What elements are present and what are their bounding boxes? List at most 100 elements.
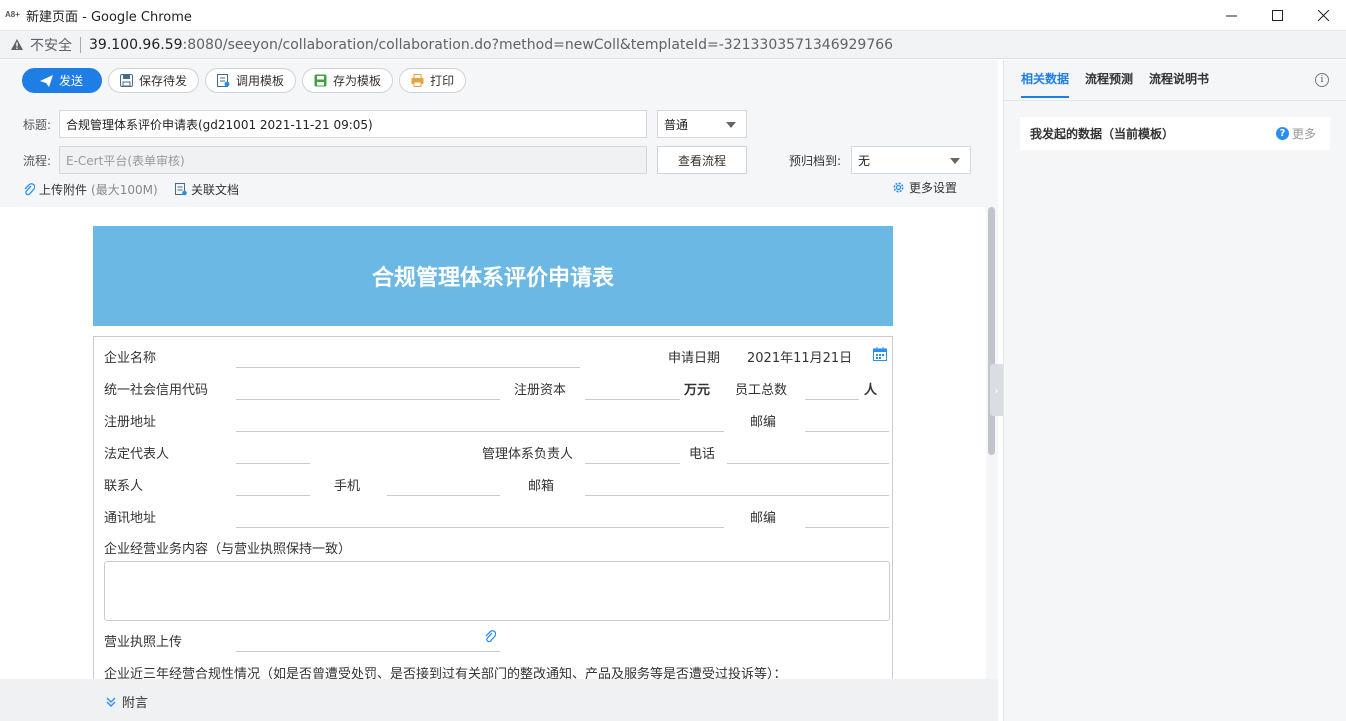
person-unit: 人 — [864, 383, 878, 398]
more-link[interactable]: ? 更多 — [1275, 125, 1316, 142]
calendar-icon[interactable] — [873, 347, 887, 365]
double-chevron-down-icon — [106, 697, 116, 707]
form-body: 企业名称 申请日期 2021年11月21日 统一社会信用代码 注册资本 万元 员… — [93, 336, 893, 679]
print-button[interactable]: 打印 — [399, 68, 467, 93]
company-name-label: 企业名称 — [104, 351, 157, 366]
chevron-down-icon — [726, 122, 736, 128]
note-toggle[interactable]: 附言 — [106, 692, 148, 711]
view-flow-label: 查看流程 — [677, 153, 726, 168]
window-titlebar: A8+ 新建页面 - Google Chrome — [0, 0, 1346, 31]
company-name-input[interactable] — [236, 367, 580, 368]
security-label[interactable]: 不安全 — [30, 35, 72, 55]
chevron-down-icon — [950, 158, 960, 164]
print-label: 打印 — [430, 74, 455, 88]
title-label: 标题: — [23, 118, 52, 132]
legal-rep-input[interactable] — [236, 463, 310, 464]
info-icon[interactable]: i — [1315, 73, 1329, 87]
mailing-address-label: 通讯地址 — [104, 511, 157, 526]
close-icon[interactable] — [1300, 0, 1346, 31]
more-settings-link[interactable]: 更多设置 — [892, 179, 957, 196]
mobile-input[interactable] — [387, 495, 500, 496]
side-panel: 相关数据 流程预测 流程说明书 i 我发起的数据（当前模板） ? 更多 — [1003, 60, 1346, 721]
postcode-input[interactable] — [805, 431, 889, 432]
license-upload-label: 营业执照上传 — [104, 635, 183, 650]
employee-total-label: 员工总数 — [735, 383, 788, 398]
template-icon — [216, 74, 230, 88]
save-template-icon — [313, 74, 327, 88]
business-scope-label: 企业经营业务内容（与营业执照保持一致） — [104, 542, 352, 557]
print-icon — [410, 74, 424, 88]
more-label: 更多 — [1291, 127, 1316, 141]
save-template-label: 存为模板 — [333, 74, 382, 88]
gear-icon — [893, 182, 904, 193]
business-scope-textarea[interactable] — [104, 561, 890, 621]
minimize-icon[interactable] — [1208, 0, 1254, 31]
tab-related-data[interactable]: 相关数据 — [1021, 70, 1070, 98]
paperclip-icon[interactable] — [484, 630, 497, 648]
note-label: 附言 — [122, 696, 149, 711]
registered-address-label: 注册地址 — [104, 415, 157, 430]
note-footer: 附言 — [0, 679, 998, 721]
tab-flow-manual[interactable]: 流程说明书 — [1149, 70, 1209, 98]
flow-input-value: E-Cert平台(表单审核) — [66, 153, 185, 168]
use-template-label: 调用模板 — [236, 74, 285, 88]
use-template-button[interactable]: 调用模板 — [205, 68, 297, 93]
registered-capital-input[interactable] — [585, 399, 680, 400]
save-draft-button[interactable]: 保存待发 — [108, 68, 200, 93]
archive-select[interactable]: 无 — [851, 146, 971, 174]
view-flow-button[interactable]: 查看流程 — [657, 146, 747, 174]
system-head-input[interactable] — [585, 463, 680, 464]
app-icon: A8+ — [5, 10, 20, 19]
email-input[interactable] — [585, 495, 889, 496]
related-doc-link[interactable]: 关联文档 — [175, 181, 239, 198]
my-data-card: 我发起的数据（当前模板） ? 更多 — [1020, 117, 1330, 150]
upload-attachment-link[interactable]: 上传附件 (最大100M) — [23, 181, 158, 198]
address-bar[interactable]: 不安全 39.100.96.59:8080/seeyon/collaborati… — [0, 31, 1346, 59]
toolbar: 发送 保存待发 调用模板 存为模板 打印 — [22, 68, 467, 93]
credit-code-input[interactable] — [236, 399, 500, 400]
send-button[interactable]: 发送 — [22, 68, 103, 93]
employee-total-input[interactable] — [805, 399, 859, 400]
capital-unit: 万元 — [684, 383, 711, 398]
maximize-icon[interactable] — [1254, 0, 1300, 31]
send-icon — [39, 74, 53, 88]
flow-label: 流程: — [23, 154, 52, 168]
form-banner: 合规管理体系评价申请表 — [93, 226, 893, 326]
tab-flow-forecast[interactable]: 流程预测 — [1085, 70, 1133, 98]
contact-input[interactable] — [236, 495, 310, 496]
scrollbar-thumb[interactable] — [988, 207, 995, 455]
upload-limit: (最大100M) — [91, 183, 158, 197]
save-template-button[interactable]: 存为模板 — [302, 68, 394, 93]
chevron-right-icon: › — [994, 383, 999, 397]
panel-collapse-handle[interactable]: › — [990, 364, 1003, 416]
postcode-input[interactable] — [805, 527, 889, 528]
postcode-label: 邮编 — [750, 511, 777, 526]
tab-divider — [1004, 100, 1346, 101]
mailing-address-input[interactable] — [236, 527, 724, 528]
window-controls — [1208, 0, 1346, 31]
window-title: 新建页面 - Google Chrome — [26, 9, 192, 25]
compliance-history-label: 企业近三年经营合规性情况（如是否曾遭受处罚、是否接到过有关部门的整改通知、产品及… — [104, 667, 787, 679]
archive-value: 无 — [858, 153, 871, 168]
phone-input[interactable] — [727, 463, 889, 464]
registered-address-input[interactable] — [236, 431, 724, 432]
priority-select[interactable]: 普通 — [657, 110, 747, 138]
license-upload-input[interactable] — [236, 651, 500, 652]
form-scrollbar[interactable] — [986, 207, 998, 679]
postcode-label: 邮编 — [750, 415, 777, 430]
contact-label: 联系人 — [104, 479, 144, 494]
title-input[interactable]: 合规管理体系评价申请表(gd21001 2021-11-21 09:05) — [59, 110, 647, 138]
url-text[interactable]: 39.100.96.59:8080/seeyon/collaboration/c… — [89, 37, 893, 53]
apply-date-value[interactable]: 2021年11月21日 — [747, 347, 852, 366]
priority-value: 普通 — [664, 117, 689, 132]
url-path: :8080/seeyon/collaboration/collaboration… — [182, 36, 894, 53]
phone-label: 电话 — [689, 447, 716, 462]
upload-attachment-label: 上传附件 — [39, 183, 88, 197]
side-tabs: 相关数据 流程预测 流程说明书 — [1021, 70, 1209, 98]
question-icon: ? — [1275, 127, 1289, 140]
related-doc-label: 关联文档 — [191, 183, 240, 197]
my-data-title: 我发起的数据（当前模板） — [1030, 127, 1175, 141]
warning-icon[interactable] — [10, 38, 24, 51]
flow-input[interactable]: E-Cert平台(表单审核) — [59, 146, 647, 174]
mobile-label: 手机 — [334, 479, 361, 494]
